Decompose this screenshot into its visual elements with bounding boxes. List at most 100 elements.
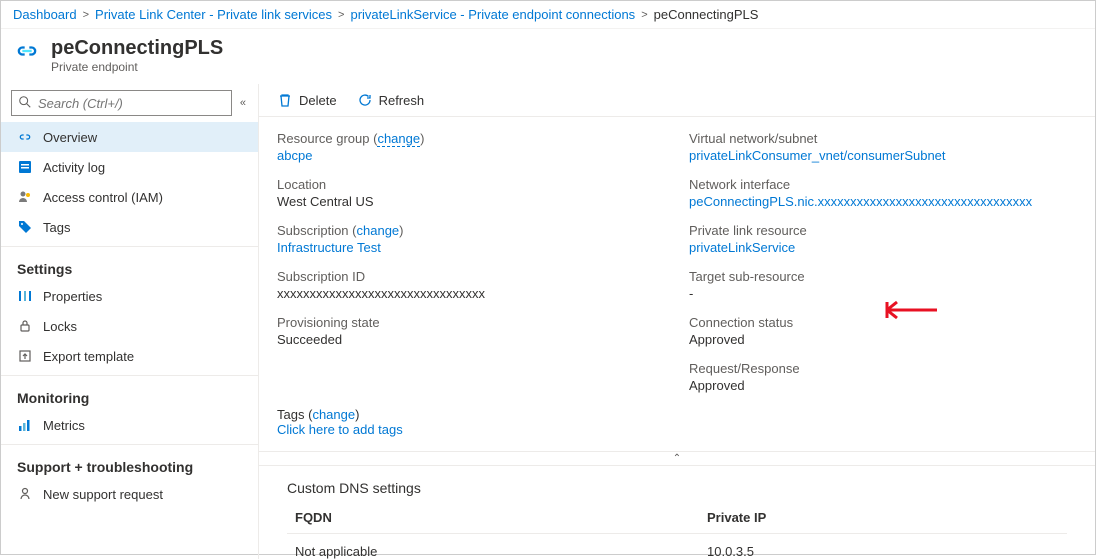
support-icon: [17, 486, 33, 502]
sidebar-item-locks[interactable]: Locks: [1, 311, 258, 341]
change-subscription-link[interactable]: change: [357, 223, 400, 238]
add-tags-link[interactable]: Click here to add tags: [277, 422, 403, 437]
toolbar: Delete Refresh: [259, 84, 1095, 117]
field-connection-status: Connection status Approved: [689, 315, 1077, 347]
field-value: West Central US: [277, 194, 665, 209]
change-resource-group-link[interactable]: change: [377, 131, 420, 147]
page-header: peConnectingPLS Private endpoint: [1, 29, 1095, 84]
metrics-icon: [17, 417, 33, 433]
refresh-button[interactable]: Refresh: [357, 92, 425, 108]
search-field[interactable]: [38, 96, 225, 111]
vnet-link[interactable]: privateLinkConsumer_vnet/consumerSubnet: [689, 148, 1077, 163]
field-provisioning-state: Provisioning state Succeeded: [277, 315, 665, 347]
dns-section-title: Custom DNS settings: [287, 480, 1067, 496]
sidebar-item-label: Export template: [43, 349, 134, 364]
dns-section: Custom DNS settings FQDN Private IP Not …: [259, 466, 1095, 559]
sidebar-section-settings: Settings: [1, 251, 258, 281]
field-label: Request/Response: [689, 361, 1077, 376]
refresh-icon: [357, 92, 373, 108]
sidebar-item-label: Tags: [43, 220, 70, 235]
field-value: Approved: [689, 332, 1077, 347]
breadcrumb-item[interactable]: Private Link Center - Private link servi…: [95, 7, 332, 22]
breadcrumb-item[interactable]: privateLinkService - Private endpoint co…: [350, 7, 635, 22]
sidebar-item-activity-log[interactable]: Activity log: [1, 152, 258, 182]
chevron-right-icon: >: [641, 9, 647, 21]
tags-label: Tags: [277, 407, 304, 422]
essentials-panel: Resource group (change) abcpe Location W…: [259, 117, 1095, 401]
breadcrumb: Dashboard > Private Link Center - Privat…: [1, 1, 1095, 29]
sidebar-item-properties[interactable]: Properties: [1, 281, 258, 311]
field-label: Subscription: [277, 223, 349, 238]
sidebar-item-label: Locks: [43, 319, 77, 334]
chevron-right-icon: >: [83, 9, 89, 21]
private-endpoint-icon: [17, 129, 33, 145]
search-input[interactable]: [11, 90, 232, 116]
field-label: Resource group: [277, 131, 370, 146]
field-subscription: Subscription (change) Infrastructure Tes…: [277, 223, 665, 255]
field-private-link-resource: Private link resource privateLinkService: [689, 223, 1077, 255]
collapse-sidebar-button[interactable]: «: [238, 95, 248, 111]
plr-link[interactable]: privateLinkService: [689, 240, 1077, 255]
dns-ip-value: 10.0.3.5: [707, 544, 1067, 559]
breadcrumb-item[interactable]: Dashboard: [13, 7, 77, 22]
sidebar-item-iam[interactable]: Access control (IAM): [1, 182, 258, 212]
search-icon: [18, 95, 32, 112]
field-label: Subscription ID: [277, 269, 665, 284]
sidebar-item-label: Access control (IAM): [43, 190, 163, 205]
field-label: Connection status: [689, 315, 1077, 330]
change-tags-link[interactable]: change: [312, 407, 355, 422]
resource-group-link[interactable]: abcpe: [277, 148, 665, 163]
locks-icon: [17, 318, 33, 334]
subscription-link[interactable]: Infrastructure Test: [277, 240, 665, 255]
sidebar-item-overview[interactable]: Overview: [1, 122, 258, 152]
sidebar-item-new-support-request[interactable]: New support request: [1, 479, 258, 509]
sidebar-item-label: New support request: [43, 487, 163, 502]
field-label: Provisioning state: [277, 315, 665, 330]
field-location: Location West Central US: [277, 177, 665, 209]
sidebar-section-monitoring: Monitoring: [1, 380, 258, 410]
field-label: Network interface: [689, 177, 1077, 192]
sidebar-item-label: Activity log: [43, 160, 105, 175]
sidebar-item-label: Properties: [43, 289, 102, 304]
field-subscription-id: Subscription ID xxxxxxxxxxxxxxxxxxxxxxxx…: [277, 269, 665, 301]
private-endpoint-icon: [13, 37, 41, 68]
field-request-response: Request/Response Approved: [689, 361, 1077, 393]
sidebar-item-metrics[interactable]: Metrics: [1, 410, 258, 440]
field-label: Private link resource: [689, 223, 1077, 238]
breadcrumb-current: peConnectingPLS: [654, 7, 759, 22]
chevron-right-icon: >: [338, 9, 344, 21]
field-value: -: [689, 286, 1077, 301]
tags-icon: [17, 219, 33, 235]
field-network-interface: Network interface peConnectingPLS.nic.xx…: [689, 177, 1077, 209]
collapse-essentials-button[interactable]: ⌃: [259, 451, 1095, 466]
delete-icon: [277, 92, 293, 108]
dns-fqdn-value: Not applicable: [287, 544, 707, 559]
delete-button[interactable]: Delete: [277, 92, 337, 108]
sidebar-item-export-template[interactable]: Export template: [1, 341, 258, 371]
toolbar-label: Refresh: [379, 93, 425, 108]
activity-log-icon: [17, 159, 33, 175]
export-icon: [17, 348, 33, 364]
dns-column-header-fqdn: FQDN: [287, 510, 707, 525]
sidebar-section-support: Support + troubleshooting: [1, 449, 258, 479]
nic-link[interactable]: peConnectingPLS.nic.xxxxxxxxxxxxxxxxxxxx…: [689, 194, 1077, 209]
field-value: xxxxxxxxxxxxxxxxxxxxxxxxxxxxxxxx: [277, 286, 665, 301]
field-resource-group: Resource group (change) abcpe: [277, 131, 665, 163]
field-label: Target sub-resource: [689, 269, 1077, 284]
field-label: Virtual network/subnet: [689, 131, 1077, 146]
sidebar: « Overview Activity log Access control (…: [1, 84, 259, 559]
main-content: Delete Refresh Resource group (change) a…: [259, 84, 1095, 559]
field-vnet-subnet: Virtual network/subnet privateLinkConsum…: [689, 131, 1077, 163]
iam-icon: [17, 189, 33, 205]
properties-icon: [17, 288, 33, 304]
toolbar-label: Delete: [299, 93, 337, 108]
table-row: Not applicable 10.0.3.5: [287, 534, 1067, 559]
sidebar-item-tags[interactable]: Tags: [1, 212, 258, 242]
page-subtitle: Private endpoint: [51, 60, 223, 74]
dns-column-header-ip: Private IP: [707, 510, 1067, 525]
tags-row: Tags (change) Click here to add tags: [259, 401, 1095, 451]
field-value: Approved: [689, 378, 1077, 393]
field-value: Succeeded: [277, 332, 665, 347]
page-title: peConnectingPLS: [51, 37, 223, 60]
sidebar-item-label: Overview: [43, 130, 97, 145]
